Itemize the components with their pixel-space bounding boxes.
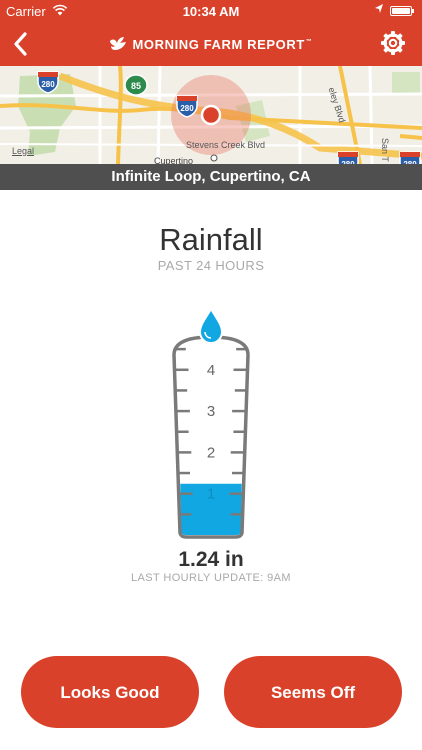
rainfall-amount: 1.24 in [178,548,244,571]
shield-label: 85 [131,81,141,91]
gear-icon [381,31,405,55]
status-bar: Carrier 10:34 AM [0,0,422,24]
bird-logo-icon [109,36,127,55]
settings-button[interactable] [380,30,406,56]
clock: 10:34 AM [182,4,240,19]
shield-label: 280 [41,80,55,89]
nav-bar: MORNING FARM REPORT™ [0,24,422,66]
gauge-tick-label: 1 [207,486,215,503]
map-street-label: Stevens Creek Blvd [186,140,266,150]
location-banner: Infinite Loop, Cupertino, CA [0,164,422,190]
location-arrow-icon [374,3,384,18]
shield-label: 280 [180,104,194,113]
rainfall-title: Rainfall [159,222,263,257]
rain-gauge: 4 3 2 1 [172,307,250,539]
interstate-shield-icon: 280 [337,151,359,164]
interstate-shield-icon: 280 [176,95,198,118]
location-map[interactable]: 280 85 280 280 280 Stevens Creek Blvd Cu… [0,66,422,164]
app-title-text: MORNING FARM REPORT [132,37,305,52]
interstate-shield-icon: 280 [37,71,59,94]
map-street-label: San T [380,138,390,162]
header: Carrier 10:34 AM MORNING FARM REPORT™ [0,0,422,66]
map-city-label: Cupertino [154,156,194,164]
seems-off-button[interactable]: Seems Off [224,656,402,728]
interstate-shield-icon: 280 [399,151,421,164]
battery-icon [390,6,414,16]
rainfall-subtitle: PAST 24 HOURS [157,258,265,273]
gauge-tick-label: 3 [207,403,215,420]
looks-good-button[interactable]: Looks Good [21,656,199,728]
map-legal-link[interactable]: Legal [12,146,34,156]
state-route-shield-icon: 85 [124,74,148,96]
trademark: ™ [305,39,313,45]
gauge-tick-label: 2 [207,444,215,461]
last-update-label: LAST HOURLY UPDATE: 9AM [131,572,291,584]
app-title: MORNING FARM REPORT™ [0,36,422,55]
gauge-tick-label: 4 [207,362,215,379]
